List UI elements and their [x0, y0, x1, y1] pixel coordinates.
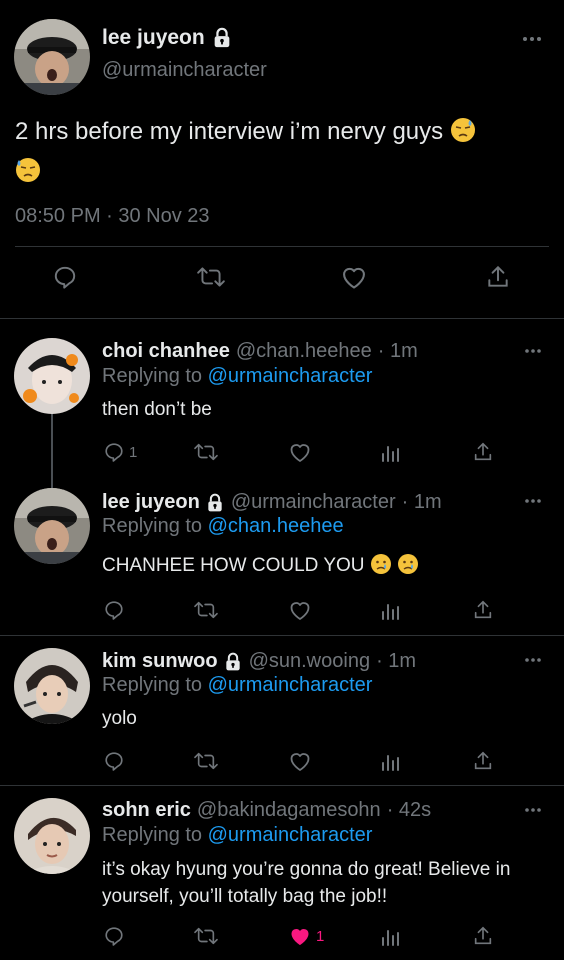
analytics-icon[interactable] [380, 599, 402, 621]
reply-icon[interactable] [103, 750, 125, 772]
replying-to: Replying to @chan.heehee [102, 515, 344, 538]
replying-to-handle[interactable]: @urmaincharacter [208, 824, 373, 846]
divider [15, 246, 549, 247]
display-name[interactable]: lee juyeon [102, 26, 233, 50]
reply-icon[interactable] [52, 264, 78, 290]
reply-tweet: kim sunwoo @sun.wooing · 1m Replying to … [0, 636, 564, 785]
avatar[interactable] [14, 648, 90, 724]
reply-header: sohn eric @bakindagamesohn · 42s [102, 799, 431, 822]
replying-to-handle[interactable]: @urmaincharacter [208, 674, 373, 696]
reply-icon[interactable] [103, 441, 125, 463]
reply-time[interactable]: · 1m [378, 340, 418, 363]
reply-text: yolo [102, 708, 137, 729]
replying-to-label: Replying to [102, 515, 203, 537]
author-name[interactable]: lee juyeon [102, 26, 205, 50]
reply-tweet: choi chanhee @chan.heehee · 1m Replying … [0, 318, 564, 473]
replying-to-handle[interactable]: @urmaincharacter [208, 365, 373, 387]
tweet-actions [0, 264, 564, 304]
more-icon[interactable] [522, 36, 542, 42]
avatar[interactable] [14, 488, 90, 564]
replying-to-label: Replying to [102, 674, 203, 696]
reply-time[interactable]: · 1m [376, 650, 416, 673]
retweet-icon[interactable] [193, 599, 219, 621]
author-name[interactable]: kim sunwoo [102, 650, 218, 673]
replying-to: Replying to @urmaincharacter [102, 365, 372, 388]
crying-face-emoji-icon [397, 553, 419, 575]
like-icon[interactable] [340, 264, 368, 290]
reply-header: lee juyeon @urmaincharacter · 1m [102, 491, 442, 514]
reply-tweet: lee juyeon @urmaincharacter · 1m Replyin… [0, 473, 564, 635]
author-handle[interactable]: @sun.wooing [249, 650, 370, 673]
crying-face-emoji-icon [370, 553, 392, 575]
replying-to: Replying to @urmaincharacter [102, 824, 372, 847]
reply-icon[interactable] [103, 599, 125, 621]
tweet-text: 2 hrs before my interview i’m nervy guys [15, 112, 550, 192]
retweet-icon[interactable] [193, 925, 219, 947]
reply-body: CHANHEE HOW COULD YOU [102, 555, 365, 576]
more-icon[interactable] [524, 807, 542, 813]
reply-time[interactable]: · 42s [387, 799, 431, 822]
avatar[interactable] [14, 798, 90, 874]
avatar[interactable] [14, 338, 90, 414]
reply-tweet: sohn eric @bakindagamesohn · 42s Replyin… [0, 786, 564, 960]
reply-button[interactable]: 1 [103, 441, 137, 463]
retweet-icon[interactable] [193, 750, 219, 772]
retweet-icon[interactable] [193, 441, 219, 463]
main-tweet: lee juyeon @urmaincharacter 2 hrs before… [0, 0, 564, 319]
analytics-icon[interactable] [380, 925, 402, 947]
lock-icon [211, 27, 233, 49]
share-icon[interactable] [485, 264, 511, 290]
analytics-icon[interactable] [380, 441, 402, 463]
author-handle[interactable]: @urmaincharacter [231, 491, 396, 514]
share-icon[interactable] [472, 750, 494, 772]
reply-text: CHANHEE HOW COULD YOU [102, 553, 547, 579]
like-button[interactable]: 1 [288, 925, 324, 947]
reply-header: kim sunwoo @sun.wooing · 1m [102, 650, 416, 673]
like-icon[interactable] [288, 750, 312, 772]
more-icon[interactable] [524, 657, 542, 663]
reply-time[interactable]: · 1m [402, 491, 442, 514]
avatar[interactable] [14, 19, 90, 95]
analytics-icon[interactable] [380, 750, 402, 772]
more-icon[interactable] [524, 498, 542, 504]
more-icon[interactable] [524, 348, 542, 354]
reply-icon[interactable] [103, 925, 125, 947]
replying-to-label: Replying to [102, 365, 203, 387]
lock-icon [223, 652, 243, 672]
like-icon[interactable] [288, 441, 312, 463]
author-handle[interactable]: @chan.heehee [236, 340, 372, 363]
retweet-icon[interactable] [196, 264, 226, 290]
share-icon[interactable] [472, 925, 494, 947]
replying-to-handle[interactable]: @chan.heehee [208, 515, 344, 537]
share-icon[interactable] [472, 599, 494, 621]
share-icon[interactable] [472, 441, 494, 463]
author-name[interactable]: choi chanhee [102, 340, 230, 363]
reply-count: 1 [129, 443, 138, 461]
like-filled-icon[interactable] [288, 925, 312, 947]
downcast-sweat-emoji-icon [15, 157, 41, 183]
downcast-sweat-emoji-icon [450, 117, 476, 143]
replying-to: Replying to @urmaincharacter [102, 674, 372, 697]
lock-icon [205, 493, 225, 513]
reply-text: then don’t be [102, 399, 212, 420]
reply-text: it’s okay hyung you’re gonna do great! B… [102, 859, 511, 907]
replying-to-label: Replying to [102, 824, 203, 846]
author-name[interactable]: lee juyeon [102, 491, 200, 514]
tweet-body: 2 hrs before my interview i’m nervy guys [15, 118, 444, 145]
tweet-timestamp[interactable]: 08:50 PM · 30 Nov 23 [15, 205, 210, 228]
author-name[interactable]: sohn eric [102, 799, 191, 822]
author-handle[interactable]: @bakindagamesohn [197, 799, 381, 822]
like-count: 1 [316, 927, 325, 945]
reply-header: choi chanhee @chan.heehee · 1m [102, 340, 418, 363]
author-handle[interactable]: @urmaincharacter [102, 59, 267, 82]
like-icon[interactable] [288, 599, 312, 621]
